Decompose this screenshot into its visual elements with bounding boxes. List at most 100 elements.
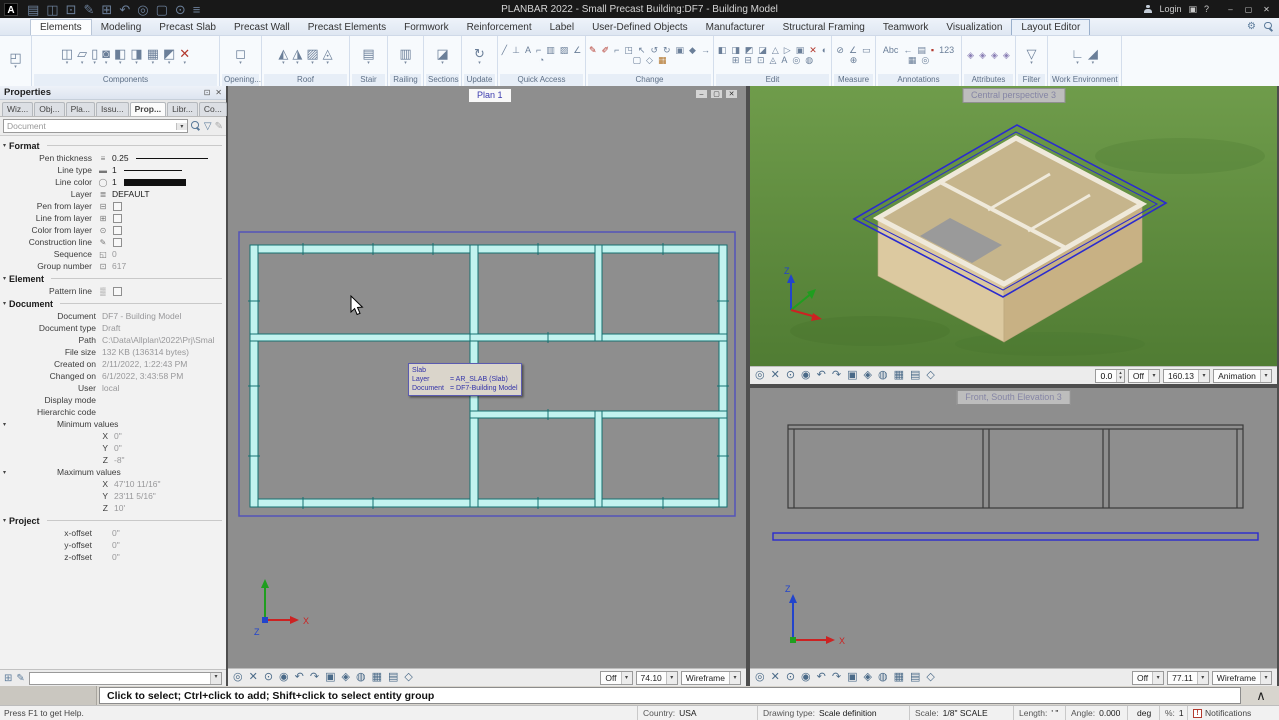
split-icon[interactable]: ◐ [822,46,827,55]
tab-objects[interactable]: Obj... [34,102,64,116]
forward-icon[interactable]: ↷ [310,672,319,683]
options-icon[interactable]: ⊙ [175,3,186,16]
close-button[interactable]: ✕ [1258,5,1275,14]
duplicate-icon[interactable]: ◩ [745,46,754,55]
status-angle[interactable]: Angle:0.000 [1065,706,1127,720]
tab-label[interactable]: Label [541,20,583,35]
navigation-icon[interactable]: ◍ [356,672,366,683]
stretch-icon[interactable]: ↖ [638,46,646,55]
properties-icon[interactable]: ▣ [676,46,685,55]
zoom-all-icon[interactable]: ▣ [325,672,335,683]
project-icon[interactable]: ◫ [46,3,58,16]
edit-favorites-icon[interactable]: ✎ [16,673,24,684]
search-icon[interactable] [191,121,201,131]
attribute-assign-icon[interactable]: ◈ [979,51,986,60]
tab-manufacturer[interactable]: Manufacturer [697,20,774,35]
copy-properties-icon[interactable]: ⊞ [4,673,12,684]
scale-icon[interactable]: △ [772,46,779,55]
chamfer-icon[interactable]: ◇ [646,56,653,65]
update-3d-icon[interactable]: ↻▾ [474,47,485,65]
scale-dropdown[interactable]: 77.11▾ [1167,671,1209,685]
legend-icon[interactable]: ▦ [908,56,917,65]
minimize-button[interactable]: – [1222,5,1239,14]
tab-precast-elements[interactable]: Precast Elements [299,20,395,35]
move-icon[interactable]: ◳ [624,46,633,55]
numbering-icon[interactable]: 123 [939,46,954,55]
leader-icon[interactable]: ← [903,46,912,55]
more-icon[interactable]: ≡ [193,3,201,16]
measure-angle-icon[interactable]: ∠ [849,46,857,55]
attribute-modify-icon[interactable]: ◈ [991,51,998,60]
foreground-icon[interactable]: ◎ [755,370,765,381]
disconnect-icon[interactable]: ✕ [249,672,258,683]
line-from-layer-checkbox[interactable] [113,214,122,223]
section-display-icon[interactable]: ▦ [894,370,904,381]
intersect-icon[interactable]: ⊡ [757,56,765,65]
disconnect-icon[interactable]: ✕ [771,672,780,683]
input-caret-icon[interactable]: ∧ [1243,686,1279,705]
fillet-icon[interactable]: ◆ [689,46,696,55]
perpendicular-icon[interactable]: ⊥ [512,46,520,55]
pattern-line-checkbox[interactable] [113,287,122,296]
paste-icon[interactable]: ◨ [731,46,740,55]
section-element[interactable]: ▾ Element [0,272,226,285]
grid-icon[interactable]: ▦▾ [147,47,159,65]
save-icon[interactable]: ⊡ [66,3,77,16]
scale-dropdown[interactable]: 74.10▾ [636,671,678,685]
layout-icon[interactable]: ▤ [388,672,398,683]
attribute-set-icon[interactable]: ◈ [967,51,974,60]
convert-icon[interactable]: ◬ [769,56,776,65]
status-percent[interactable]: %:1 [1159,706,1187,720]
viewport-minimize-button[interactable]: – [695,89,708,99]
hatching-icon[interactable]: ▥ [546,46,555,55]
notifications-button[interactable]: ! Notifications [1187,706,1279,720]
chevron-down-icon[interactable]: ▾ [176,123,187,130]
section-display-icon[interactable]: ▦ [894,672,904,683]
tab-planes[interactable]: Pla... [66,102,95,116]
fence-icon[interactable]: ⌐ [536,46,541,55]
zoom-icon[interactable]: ⊙ [786,370,795,381]
text-edit-icon[interactable]: A [781,56,787,65]
command-prompt[interactable]: Click to select; Ctrl+click to add; Shif… [99,687,1241,704]
tab-formwork[interactable]: Formwork [395,20,457,35]
joint-icon[interactable]: ◩▾ [163,47,175,65]
perspective-canvas-area[interactable]: Central perspective 3 [750,86,1277,366]
add-icon[interactable]: ⊞ [732,56,740,65]
tab-modeling[interactable]: Modeling [92,20,151,35]
viewport-tab-perspective[interactable]: Central perspective 3 [962,88,1065,103]
subtract-icon[interactable]: ⊟ [744,56,752,65]
tab-precast-slab[interactable]: Precast Slab [150,20,225,35]
subsection-maximum-values[interactable]: ▾ Maximum values [0,466,226,478]
back-icon[interactable]: ↶ [295,672,304,683]
tab-teamwork[interactable]: Teamwork [874,20,938,35]
section-project[interactable]: ▾ Project [0,514,226,527]
section-document[interactable]: ▾ Document [0,297,226,310]
selected-slab[interactable] [773,533,1258,540]
back-icon[interactable]: ↶ [817,672,826,683]
foreground-icon[interactable]: ◎ [755,672,765,683]
elevation-canvas-area[interactable]: Front, South Elevation 3 [750,388,1277,668]
pan-icon[interactable]: ◉ [801,672,811,683]
tab-user-defined-objects[interactable]: User-Defined Objects [583,20,697,35]
track-icon[interactable]: ◎ [137,3,148,16]
mirror-icon[interactable]: ↻ [663,46,671,55]
library-icon[interactable]: ▦ [658,56,667,65]
forward-icon[interactable]: ↷ [832,370,841,381]
gear-icon[interactable]: ⚙ [1247,21,1256,32]
viewport-perspective[interactable]: Central perspective 3 [750,86,1277,384]
section-display-icon[interactable]: ▦ [372,672,382,683]
color-from-layer-checkbox[interactable] [113,226,122,235]
section-icon[interactable]: ◪▾ [436,47,448,65]
monitor-icon[interactable]: ▣ [1188,4,1197,15]
zoom-all-icon[interactable]: ▣ [847,370,857,381]
reference-scale-dropdown[interactable]: Off▾ [1128,369,1160,383]
opening-icon[interactable]: ◻▾ [235,47,246,65]
filter-edit-icon[interactable]: ◍ [805,56,813,65]
pattern-icon[interactable]: ▨ [560,46,569,55]
move-right-icon[interactable]: ▷ [784,46,791,55]
display-mode-dropdown[interactable]: Animation▾ [1213,369,1272,383]
navigation-icon[interactable]: ◍ [878,370,888,381]
previous-view-icon[interactable]: ◈ [864,370,872,381]
elevation-walls[interactable] [788,425,1243,508]
delete-icon[interactable]: ✕ [809,46,817,55]
